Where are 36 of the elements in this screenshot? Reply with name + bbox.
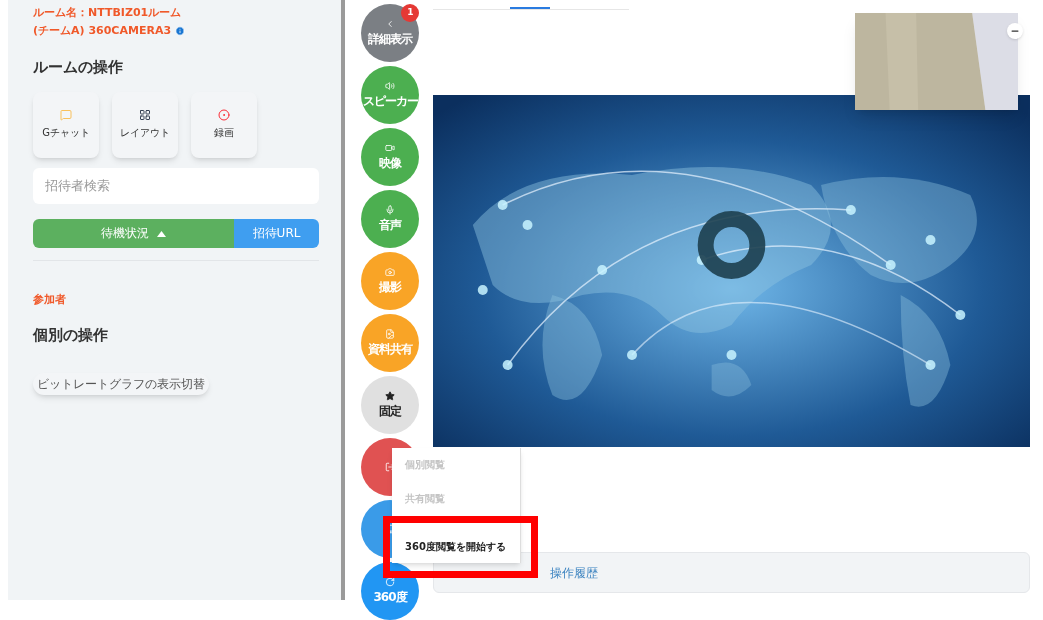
menu-item[interactable]: 360度閲覧を開始する (405, 529, 520, 563)
side-button[interactable]: スピーカー (361, 66, 419, 124)
info-icon[interactable] (175, 26, 186, 36)
search-field[interactable]: 招待者検索 (33, 167, 319, 204)
tab[interactable]: 操作履歴 (550, 563, 598, 582)
chat-icon (60, 109, 72, 121)
room-name: ルーム名：NTTBIZ01ルーム (33, 5, 183, 21)
toggle-button[interactable]: ビットレートグラフの表示切替 (33, 372, 209, 395)
speaker-icon (385, 80, 395, 91)
side-button[interactable]: 音声 (361, 190, 419, 248)
side-button[interactable]: 詳細表示 1 (361, 4, 419, 62)
side-button[interactable]: 撮影 (361, 252, 419, 310)
side-button[interactable]: 映像 (361, 128, 419, 186)
chevron-left-icon (385, 18, 395, 29)
document-icon (385, 328, 395, 339)
camera-icon (385, 266, 395, 277)
video-camera-icon (385, 142, 395, 153)
grid-icon (139, 109, 151, 121)
record-icon (218, 109, 230, 121)
section-title: ルームの操作 (33, 57, 124, 78)
notification-badge: 1 (401, 4, 419, 22)
star-icon (385, 390, 395, 401)
tab-indicator (510, 7, 550, 9)
status-button[interactable]: 待機状況 (33, 218, 234, 248)
room-action-button[interactable]: レイアウト (112, 91, 178, 158)
room-action-button[interactable]: Gチャット (33, 91, 99, 158)
invite-url-button[interactable]: 招待URL (234, 218, 319, 248)
rotate-icon (385, 576, 395, 587)
section-title: 個別の操作 (33, 325, 109, 346)
room-action-button[interactable]: 録画 (191, 91, 257, 158)
room-name: (チームA) 360CAMERA3 (33, 23, 172, 39)
side-button[interactable]: 360度 (361, 562, 419, 620)
microphone-icon (385, 204, 395, 215)
participants-label: 参加者 (33, 291, 67, 308)
side-button[interactable]: 資料共有 (361, 314, 419, 372)
side-button[interactable]: 固定 (361, 376, 419, 434)
